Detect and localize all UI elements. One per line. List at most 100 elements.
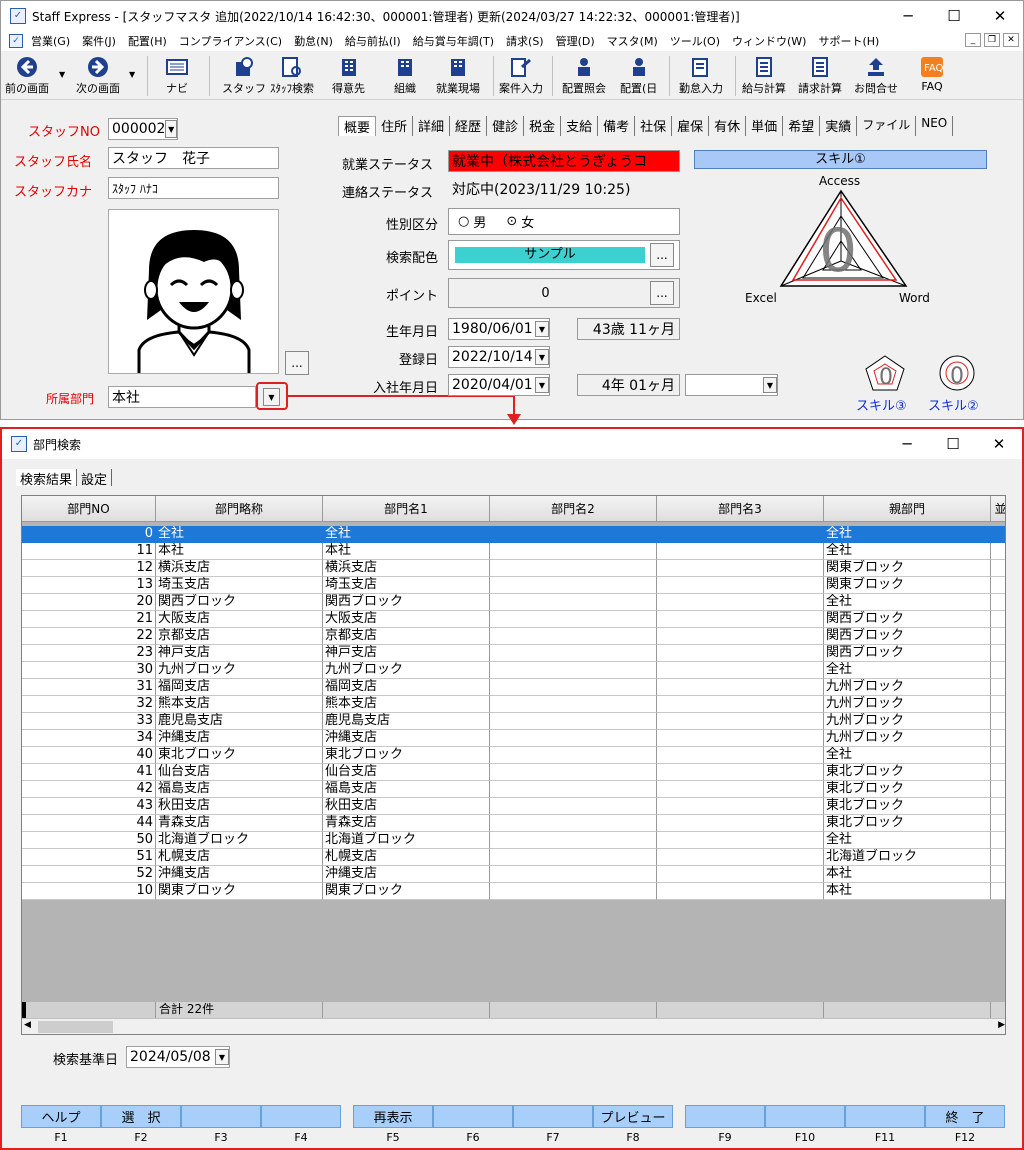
table-row[interactable]: 20 関西ブロック 関西ブロック 全社: [22, 594, 1005, 611]
mdi-minimize-button[interactable]: _: [965, 33, 981, 47]
col-dept-name2[interactable]: 部門名2: [490, 496, 657, 522]
calendar-dropdown-icon[interactable]: ▼: [535, 349, 549, 365]
tab-address[interactable]: 住所: [376, 116, 414, 136]
tab-payment[interactable]: 支給: [561, 116, 599, 136]
fkey-f9-button[interactable]: [685, 1105, 765, 1128]
skill3-link[interactable]: スキル③: [856, 395, 907, 414]
menu-tools[interactable]: ツール(O): [664, 33, 726, 49]
table-row[interactable]: 11 本社 本社 全社: [22, 543, 1005, 560]
col-dept-abbr[interactable]: 部門略称: [156, 496, 323, 522]
table-row[interactable]: 34 沖縄支店 沖縄支店 九州ブロック: [22, 730, 1005, 747]
prev-screen-button[interactable]: 前の画面: [5, 56, 49, 98]
tab-settings[interactable]: 設定: [77, 469, 113, 488]
fkey-f7-button[interactable]: [513, 1105, 593, 1128]
table-row[interactable]: 40 東北ブロック 東北ブロック 全社: [22, 747, 1005, 764]
close-button[interactable]: ✕: [977, 1, 1023, 31]
tab-paid-leave[interactable]: 有休: [709, 116, 747, 136]
staff-button[interactable]: スタッフ: [222, 56, 266, 98]
table-row[interactable]: 12 横浜支店 横浜支店 関東ブロック: [22, 560, 1005, 577]
tenure-select[interactable]: ▼: [685, 374, 778, 396]
table-row[interactable]: 42 福島支店 福島支店 東北ブロック: [22, 781, 1005, 798]
table-row[interactable]: 44 青森支店 青森支店 東北ブロック: [22, 815, 1005, 832]
table-row[interactable]: 23 神戸支店 神戸支店 関西ブロック: [22, 645, 1005, 662]
mdi-close-button[interactable]: ✕: [1003, 33, 1019, 47]
menu-advance-pay[interactable]: 給与前払(I): [339, 33, 407, 49]
tab-search-results[interactable]: 検索結果: [16, 469, 78, 488]
tab-details[interactable]: 詳細: [413, 116, 451, 136]
col-dept-name1[interactable]: 部門名1: [323, 496, 490, 522]
payroll-button[interactable]: 給与計算: [742, 56, 786, 98]
menu-support[interactable]: サポート(H): [812, 33, 885, 49]
point-button[interactable]: ...: [650, 281, 674, 305]
customer-button[interactable]: 得意先: [332, 56, 365, 98]
gender-female-radio[interactable]: ⊙: [506, 214, 517, 229]
assign-day-button[interactable]: 配置(日: [620, 56, 657, 98]
staff-name-field[interactable]: スタッフ 花子: [108, 147, 279, 169]
tab-unit-price[interactable]: 単価: [746, 116, 784, 136]
table-row[interactable]: 22 京都支店 京都支店 関西ブロック: [22, 628, 1005, 645]
table-row[interactable]: 51 札幌支店 札幌支店 北海道ブロック: [22, 849, 1005, 866]
fkey-f6-button[interactable]: [433, 1105, 513, 1128]
fkey-f5-button[interactable]: 再表示: [353, 1105, 433, 1128]
menu-admin[interactable]: 管理(D): [550, 33, 601, 49]
fkey-f10-button[interactable]: [765, 1105, 845, 1128]
table-row[interactable]: 32 熊本支店 熊本支店 九州ブロック: [22, 696, 1005, 713]
reg-date-field[interactable]: 2022/10/14 ▼: [448, 346, 550, 368]
fkey-f3-button[interactable]: [181, 1105, 261, 1128]
tab-files[interactable]: ファイル: [857, 116, 917, 136]
navi-button[interactable]: ナビ: [165, 56, 189, 98]
gender-male-radio[interactable]: ○: [458, 214, 469, 229]
menu-attendance[interactable]: 勤怠(N): [288, 33, 339, 49]
search-color-button[interactable]: ...: [650, 243, 674, 267]
tab-notes[interactable]: 備考: [598, 116, 636, 136]
attendance-button[interactable]: 勤怠入力: [679, 56, 723, 98]
skill2-mini-chart[interactable]: 0: [936, 354, 978, 392]
tab-wishes[interactable]: 希望: [783, 116, 821, 136]
fkey-f1-button[interactable]: ヘルプ: [21, 1105, 101, 1128]
table-row[interactable]: 41 仙台支店 仙台支店 東北ブロック: [22, 764, 1005, 781]
dept-dropdown-button[interactable]: ▼: [263, 388, 280, 406]
photo-browse-button[interactable]: ...: [285, 351, 309, 375]
menu-payroll[interactable]: 給与賞与年調(T): [407, 33, 500, 49]
col-parent-dept[interactable]: 親部門: [824, 496, 991, 522]
table-row[interactable]: 31 福岡支店 福岡支店 九州ブロック: [22, 679, 1005, 696]
tab-results[interactable]: 実績: [820, 116, 858, 136]
chevron-down-icon[interactable]: ▼: [165, 120, 177, 138]
chevron-down-icon[interactable]: ▼: [763, 377, 777, 393]
dialog-close-button[interactable]: ✕: [976, 429, 1022, 459]
menu-jobs[interactable]: 案件(J): [76, 33, 122, 49]
menu-billing[interactable]: 請求(S): [500, 33, 550, 49]
col-dept-no[interactable]: 部門NO: [22, 496, 156, 522]
staff-search-button[interactable]: ｽﾀｯﾌ検索: [270, 56, 314, 98]
tab-employment-insurance[interactable]: 雇保: [672, 116, 710, 136]
billing-button[interactable]: 請求計算: [798, 56, 842, 98]
horizontal-scrollbar[interactable]: ◀ ▶: [22, 1018, 1005, 1034]
scroll-left-icon[interactable]: ◀: [24, 1020, 31, 1030]
tab-tax[interactable]: 税金: [524, 116, 562, 136]
table-row[interactable]: 21 大阪支店 大阪支店 関西ブロック: [22, 611, 1005, 628]
mdi-restore-button[interactable]: ❐: [984, 33, 1000, 47]
dept-field[interactable]: 本社: [108, 386, 256, 408]
menu-sales[interactable]: 営業(G): [25, 33, 76, 49]
col-dept-name3[interactable]: 部門名3: [657, 496, 824, 522]
prev-dropdown-icon[interactable]: ▼: [59, 70, 65, 79]
dialog-maximize-button[interactable]: ☐: [930, 429, 976, 459]
join-date-field[interactable]: 2020/04/01 ▼: [448, 374, 550, 396]
staff-kana-field[interactable]: ｽﾀｯﾌ ﾊﾅｺ: [108, 177, 279, 199]
maximize-button[interactable]: ☐: [931, 1, 977, 31]
scroll-right-icon[interactable]: ▶: [998, 1020, 1005, 1030]
birth-date-field[interactable]: 1980/06/01 ▼: [448, 318, 550, 340]
org-button[interactable]: 組織: [393, 56, 417, 98]
next-screen-button[interactable]: 次の画面: [76, 56, 120, 98]
next-dropdown-icon[interactable]: ▼: [129, 70, 135, 79]
dialog-minimize-button[interactable]: ─: [884, 429, 930, 459]
table-row[interactable]: 10 関東ブロック 関東ブロック 本社: [22, 883, 1005, 900]
table-row[interactable]: 52 沖縄支店 沖縄支店 本社: [22, 866, 1005, 883]
tab-history[interactable]: 経歴: [450, 116, 488, 136]
worksite-button[interactable]: 就業現場: [436, 56, 480, 98]
faq-button[interactable]: FAQ FAQ: [920, 56, 944, 98]
table-row[interactable]: 43 秋田支店 秋田支店 東北ブロック: [22, 798, 1005, 815]
menu-master[interactable]: マスタ(M): [601, 33, 664, 49]
table-row[interactable]: 13 埼玉支店 埼玉支店 関東ブロック: [22, 577, 1005, 594]
menu-window[interactable]: ウィンドウ(W): [726, 33, 812, 49]
